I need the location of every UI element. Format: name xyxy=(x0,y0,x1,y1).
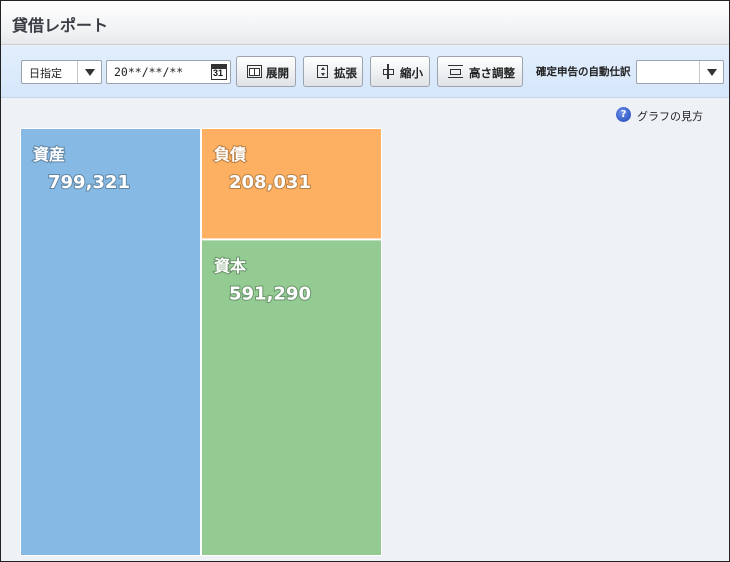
segment-name-label: 資産 xyxy=(33,145,65,164)
segment-name-label: 資本 xyxy=(214,256,246,275)
app-window: 貸借レポート 日指定 20**/**/** 31 展開 拡張 縮小 高さ調整 確… xyxy=(0,0,730,562)
segment-0-col0[interactable]: 資産 799,321 xyxy=(20,128,201,556)
balance-treemap: 資産 799,321 負債 208,031 資本 591,290 xyxy=(20,128,382,557)
segment-value-label: 591,290 xyxy=(229,283,311,304)
segment-1-col1[interactable]: 資本 591,290 xyxy=(201,239,382,557)
segment-value-label: 799,321 xyxy=(48,172,130,193)
segment-0-col1[interactable]: 負債 208,031 xyxy=(201,128,382,240)
segment-name-label: 負債 xyxy=(214,145,246,164)
segment-value-label: 208,031 xyxy=(229,172,311,193)
